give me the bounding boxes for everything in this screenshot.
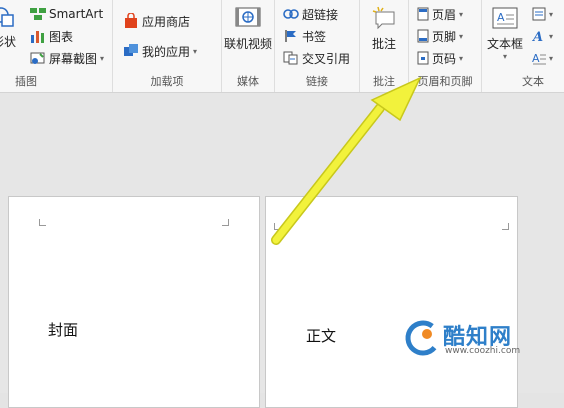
online-video-label: 联机视频 bbox=[223, 37, 272, 51]
quick-parts-icon bbox=[532, 7, 546, 21]
office-store-label: 应用商店 bbox=[142, 14, 191, 29]
watermark: 酷知网 www.coozhi.com bbox=[403, 318, 553, 362]
ribbon: 形状 SmartArt 图表 屏幕截图 ▾ 插图 bbox=[0, 0, 564, 93]
hyperlink-label: 超链接 bbox=[302, 7, 339, 22]
wordart-button[interactable]: A ▾ bbox=[531, 26, 553, 46]
group-label-links: 链接 bbox=[306, 75, 328, 88]
drop-cap-dropdown-icon[interactable]: ▾ bbox=[549, 54, 553, 63]
margin-corner-mark bbox=[502, 223, 509, 230]
group-label-media: 媒体 bbox=[237, 75, 259, 88]
page-cover[interactable]: 封面 bbox=[8, 196, 260, 408]
screenshot-icon bbox=[30, 51, 46, 65]
svg-text:A: A bbox=[532, 52, 540, 65]
page-number-button[interactable]: 页码 ▾ bbox=[417, 48, 463, 68]
online-video-button[interactable]: 联机视频 bbox=[222, 6, 274, 52]
quick-parts-button[interactable]: ▾ bbox=[532, 4, 553, 24]
bookmark-flag-icon bbox=[283, 29, 299, 43]
bookmark-button[interactable]: 书签 bbox=[283, 26, 326, 46]
page-number-icon bbox=[417, 51, 429, 65]
shapes-icon bbox=[0, 6, 15, 28]
chart-button[interactable]: 图表 bbox=[30, 26, 73, 46]
group-media: 联机视频 媒体 bbox=[222, 0, 275, 92]
smartart-label: SmartArt bbox=[49, 7, 104, 21]
screenshot-button[interactable]: 屏幕截图 ▾ bbox=[30, 48, 104, 68]
group-header-footer: 页眉 ▾ 页脚 ▾ 页码 ▾ 页眉和页脚 bbox=[409, 0, 482, 92]
quick-parts-dropdown-icon[interactable]: ▾ bbox=[549, 10, 553, 19]
header-dropdown-icon[interactable]: ▾ bbox=[459, 10, 463, 19]
new-comment-icon bbox=[370, 6, 398, 30]
my-apps-dropdown-icon[interactable]: ▾ bbox=[193, 47, 197, 56]
page-number-label: 页码 bbox=[432, 51, 457, 66]
page-body[interactable]: 正文 bbox=[265, 196, 518, 408]
textbox-icon: A bbox=[491, 6, 519, 30]
group-label-illustrations: 插图 bbox=[15, 75, 37, 88]
textbox-label: 文本框 bbox=[486, 37, 523, 51]
group-text: A 文本框 ▾ ▾ A ▾ A ▾ 文本 bbox=[482, 0, 564, 92]
margin-corner-mark bbox=[39, 219, 46, 226]
my-apps-icon bbox=[123, 43, 139, 59]
smartart-button[interactable]: SmartArt bbox=[30, 4, 103, 24]
hyperlink-icon bbox=[283, 7, 299, 21]
store-bag-icon bbox=[123, 12, 139, 29]
chart-icon bbox=[30, 29, 46, 43]
shapes-label: 形状 bbox=[0, 35, 16, 49]
group-comments: 批注 批注 bbox=[360, 0, 409, 92]
drop-cap-button[interactable]: A ▾ bbox=[532, 48, 553, 68]
cross-reference-button[interactable]: 交叉引用 bbox=[283, 48, 350, 68]
watermark-url: www.coozhi.com bbox=[445, 346, 521, 356]
wordart-dropdown-icon[interactable]: ▾ bbox=[549, 32, 553, 41]
group-links: 超链接 书签 交叉引用 链接 bbox=[275, 0, 360, 92]
wordart-icon: A bbox=[531, 29, 546, 45]
footer-icon bbox=[417, 29, 429, 43]
group-label-header-footer: 页眉和页脚 bbox=[417, 75, 473, 88]
online-video-icon bbox=[233, 6, 263, 30]
my-apps-button[interactable]: 我的应用 ▾ bbox=[123, 41, 197, 61]
hyperlink-button[interactable]: 超链接 bbox=[283, 4, 338, 24]
body-page-text: 正文 bbox=[306, 327, 337, 345]
watermark-logo-icon bbox=[405, 320, 441, 356]
header-label: 页眉 bbox=[432, 7, 457, 22]
screenshot-label: 屏幕截图 bbox=[49, 51, 98, 66]
bookmark-label: 书签 bbox=[302, 29, 327, 44]
group-illustrations: 形状 SmartArt 图表 屏幕截图 ▾ 插图 bbox=[0, 0, 113, 92]
shapes-button[interactable]: 形状 bbox=[0, 6, 22, 50]
smartart-icon bbox=[30, 7, 46, 21]
footer-label: 页脚 bbox=[432, 29, 457, 44]
margin-corner-mark bbox=[274, 223, 281, 230]
group-label-addins: 加载项 bbox=[150, 75, 184, 88]
chart-label: 图表 bbox=[49, 29, 74, 44]
textbox-button[interactable]: A 文本框 ▾ bbox=[482, 6, 528, 61]
new-comment-label: 批注 bbox=[371, 37, 396, 51]
svg-text:A: A bbox=[497, 11, 505, 24]
group-addins: 应用商店 我的应用 ▾ 加载项 bbox=[113, 0, 222, 92]
header-icon bbox=[417, 7, 429, 21]
cross-reference-label: 交叉引用 bbox=[302, 51, 351, 66]
new-comment-button[interactable]: 批注 bbox=[360, 6, 408, 52]
svg-text:A: A bbox=[532, 30, 543, 43]
margin-corner-mark bbox=[222, 219, 229, 226]
textbox-dropdown-icon[interactable]: ▾ bbox=[482, 52, 528, 61]
screenshot-dropdown-icon[interactable]: ▾ bbox=[100, 54, 104, 63]
my-apps-label: 我的应用 bbox=[142, 44, 191, 59]
group-label-text: 文本 bbox=[522, 75, 544, 88]
cross-reference-icon bbox=[283, 51, 299, 65]
footer-dropdown-icon[interactable]: ▾ bbox=[459, 32, 463, 41]
header-button[interactable]: 页眉 ▾ bbox=[417, 4, 463, 24]
drop-cap-icon: A bbox=[532, 51, 546, 65]
cover-page-text: 封面 bbox=[48, 321, 79, 339]
footer-button[interactable]: 页脚 ▾ bbox=[417, 26, 463, 46]
page-number-dropdown-icon[interactable]: ▾ bbox=[459, 54, 463, 63]
group-label-comments: 批注 bbox=[373, 75, 395, 88]
office-store-button[interactable]: 应用商店 bbox=[123, 11, 190, 31]
